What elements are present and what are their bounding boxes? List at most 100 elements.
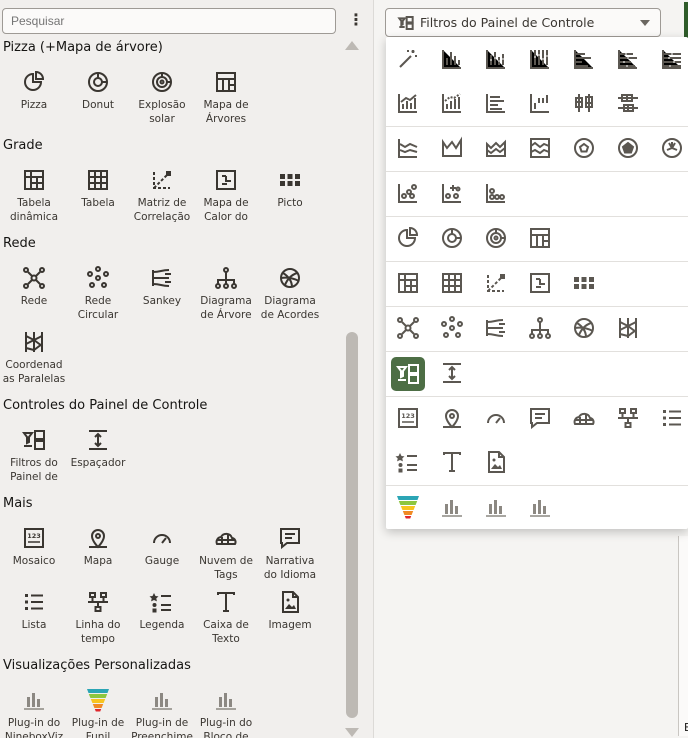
tile-timeline[interactable]: Linha do tempo	[66, 590, 130, 646]
pie-chart-icon	[22, 70, 46, 94]
table-icon[interactable]	[440, 271, 464, 295]
tile-tree-diagram[interactable]: Diagrama de Árvore	[194, 266, 258, 322]
scroll-down-arrow[interactable]	[345, 728, 359, 737]
visualization-type-dropdown[interactable]: Filtros do Painel de Controle	[385, 8, 661, 37]
tile-picto[interactable]: Picto	[258, 168, 322, 210]
pivot-table-icon[interactable]	[396, 271, 420, 295]
scatter-plus-icon[interactable]	[440, 181, 464, 205]
speech-bubble-icon[interactable]	[528, 406, 552, 430]
tree-diagram-icon[interactable]	[528, 316, 552, 340]
scrollbar-thumb[interactable]	[346, 332, 358, 718]
popup-separator	[386, 216, 688, 217]
svg-text:123: 123	[27, 532, 41, 540]
image-icon[interactable]	[484, 450, 508, 474]
sankey-icon[interactable]	[484, 316, 508, 340]
tile-plugin-ninebox[interactable]: Plug-in do NineboxViz	[2, 688, 66, 738]
boxplot-icon[interactable]	[572, 91, 596, 115]
tile-plugin-fill[interactable]: Plug-in de Preenchime	[130, 688, 194, 738]
100-area-icon[interactable]	[528, 136, 552, 160]
donut-chart-icon[interactable]	[440, 226, 464, 250]
stacked-area-icon[interactable]	[484, 136, 508, 160]
tile-chord-diagram[interactable]: Diagrama de Acordes	[258, 266, 322, 322]
tile-label: Imagem	[268, 619, 312, 631]
tile-label: Picto	[277, 197, 303, 209]
tile-sunburst[interactable]: Explosão solar	[130, 70, 194, 126]
more-vertical-icon[interactable]: ⋮	[348, 9, 364, 33]
visualization-library-panel: ⋮ Pizza (+Mapa de árvore) Pizza Donut Ex…	[0, 0, 374, 738]
bar-chart-plugin-icon[interactable]	[484, 495, 508, 519]
stacked-bar-line-icon[interactable]	[440, 91, 464, 115]
100-percent-bar-icon[interactable]	[528, 47, 552, 71]
list-icon[interactable]	[660, 406, 684, 430]
bar-chart-plugin-icon[interactable]	[528, 495, 552, 519]
treemap-icon[interactable]	[528, 226, 552, 250]
tile-treemap[interactable]: Mapa de Árvores	[194, 70, 258, 126]
tile-pivot-table[interactable]: Tabela dinâmica	[2, 168, 66, 224]
map-pin-icon[interactable]	[440, 406, 464, 430]
sunburst-chart-icon[interactable]	[484, 226, 508, 250]
tile-spacer[interactable]: Espaçador	[66, 428, 130, 470]
funnel-plugin-icon[interactable]	[396, 495, 420, 519]
tile-sankey[interactable]: Sankey	[130, 266, 194, 308]
horizontal-bar-icon[interactable]	[572, 47, 596, 71]
network-icon[interactable]	[396, 316, 420, 340]
horizontal-stacked-bar-icon[interactable]	[616, 47, 640, 71]
horizontal-boxplot-icon[interactable]	[616, 91, 640, 115]
tile-123-icon[interactable]: 123	[396, 406, 420, 430]
line-chart-icon[interactable]	[396, 136, 420, 160]
tile-plugin-funnel[interactable]: Plug-in de Funil	[66, 688, 130, 738]
tile-tag-cloud[interactable]: Nuvem de Tags	[194, 526, 258, 582]
timeline-icon[interactable]	[616, 406, 640, 430]
tile-parallel-coordinates[interactable]: Coordenad as Paralelas	[2, 330, 66, 386]
scroll-up-arrow[interactable]	[345, 41, 359, 50]
scatter-icon[interactable]	[396, 181, 420, 205]
boxplot-horizontal-icon[interactable]	[484, 91, 508, 115]
tile-table[interactable]: Tabela	[66, 168, 130, 210]
pie-chart-icon[interactable]	[396, 226, 420, 250]
tile-pizza[interactable]: Pizza	[2, 70, 66, 112]
stacked-bar-icon[interactable]	[484, 47, 508, 71]
tile-gauge[interactable]: Gauge	[130, 526, 194, 568]
tile-correlation-matrix[interactable]: Matriz de Correlação	[130, 168, 194, 224]
tile-dashboard-filters[interactable]: Filtros do Painel de	[2, 428, 66, 484]
magic-wand-icon[interactable]	[396, 47, 420, 71]
correlation-matrix-icon[interactable]	[484, 271, 508, 295]
spacer-icon[interactable]	[440, 361, 464, 385]
parallel-coordinates-icon[interactable]	[616, 316, 640, 340]
horizontal-100-bar-icon[interactable]	[660, 47, 684, 71]
circular-network-icon[interactable]	[440, 316, 464, 340]
waterfall-icon[interactable]	[528, 91, 552, 115]
radar-line-icon[interactable]	[572, 136, 596, 160]
bar-line-combo-icon[interactable]	[396, 91, 420, 115]
tile-donut[interactable]: Donut	[66, 70, 130, 112]
pictogram-icon[interactable]	[572, 271, 596, 295]
tile-label: Pizza	[20, 99, 48, 111]
bar-chart-icon[interactable]	[440, 47, 464, 71]
tile-map[interactable]: Mapa	[66, 526, 130, 568]
area-chart-icon[interactable]	[440, 136, 464, 160]
dot-plot-icon[interactable]	[484, 181, 508, 205]
tile-network[interactable]: Rede	[2, 266, 66, 308]
gauge-icon[interactable]	[484, 406, 508, 430]
search-input[interactable]	[2, 8, 336, 34]
tile-label: Mapa de Calor do	[203, 197, 249, 223]
tile-image[interactable]: Imagem	[258, 590, 322, 632]
tile-list[interactable]: Lista	[2, 590, 66, 632]
legend-icon[interactable]	[395, 450, 420, 474]
radar-bar-icon[interactable]	[660, 136, 684, 160]
dashboard-filter-icon[interactable]	[396, 362, 420, 386]
radar-area-icon[interactable]	[616, 136, 640, 160]
heatmap-icon[interactable]	[528, 271, 552, 295]
popup-separator	[386, 261, 688, 262]
tag-cloud-icon[interactable]	[572, 406, 596, 430]
tile-heatmap[interactable]: Mapa de Calor do	[194, 168, 258, 224]
tile-circular-network[interactable]: Rede Circular	[66, 266, 130, 322]
tile-legend[interactable]: Legenda	[130, 590, 194, 632]
tile-tile[interactable]: 123 Mosaico	[2, 526, 66, 568]
tile-language-narrative[interactable]: Narrativa do Idioma	[258, 526, 322, 582]
chord-diagram-icon[interactable]	[572, 316, 596, 340]
tile-text-box[interactable]: Caixa de Texto	[194, 590, 258, 646]
text-icon[interactable]	[440, 450, 464, 474]
bar-chart-plugin-icon[interactable]	[440, 495, 464, 519]
tile-plugin-block[interactable]: Plug-in do Bloco de	[194, 688, 258, 738]
